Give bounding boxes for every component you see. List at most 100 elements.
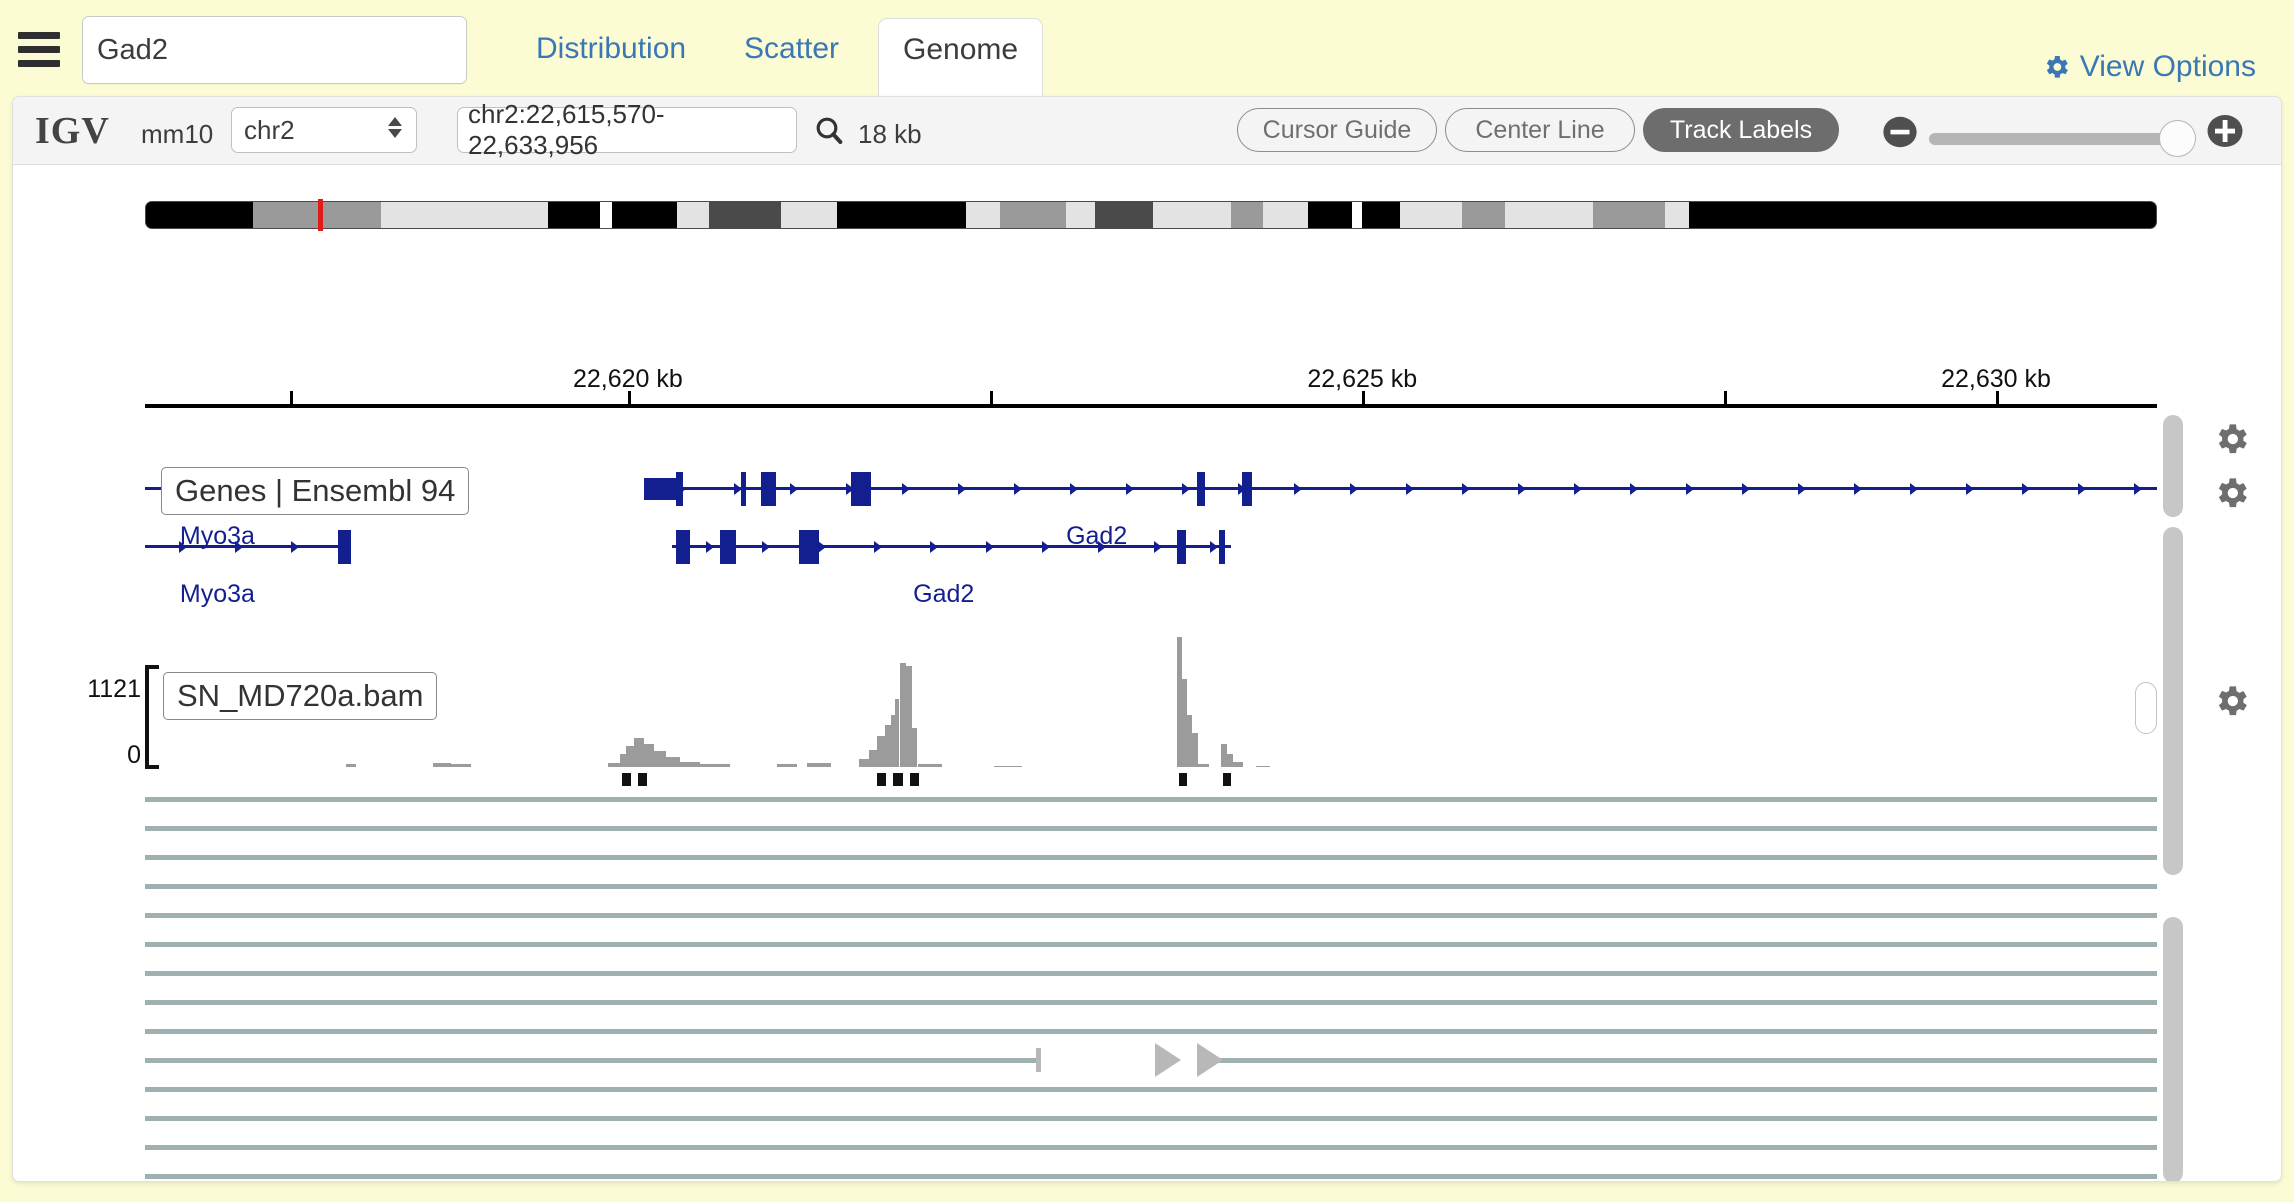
zoom-in-icon[interactable] <box>2205 111 2245 156</box>
strand-arrow-icon <box>1518 483 1526 495</box>
read-alignment[interactable] <box>145 913 2157 918</box>
genes-track-label[interactable]: Genes | Ensembl 94 <box>161 467 469 515</box>
gene-exon[interactable] <box>1177 530 1186 564</box>
ideogram-band <box>548 202 600 228</box>
read-alignment[interactable] <box>145 1145 2157 1150</box>
alignment-track-scrollbar[interactable] <box>2163 917 2183 1182</box>
search-input[interactable] <box>83 17 467 83</box>
strand-arrow-icon <box>2022 483 2030 495</box>
igv-browser-panel: IGV mm10 chr2 chr2:22,615,570-22,633,956… <box>12 96 2282 1182</box>
genes-track-scrollbar-2[interactable] <box>2163 527 2183 875</box>
strand-arrow-icon <box>2134 483 2142 495</box>
igv-toolbar: IGV mm10 chr2 chr2:22,615,570-22,633,956… <box>13 97 2282 165</box>
strand-arrow-icon <box>1854 483 1862 495</box>
ruler-tick <box>990 391 993 405</box>
center-line-toggle[interactable]: Center Line <box>1445 108 1635 152</box>
zoom-out-icon[interactable] <box>1881 113 1919 156</box>
alignment-track-label[interactable]: SN_MD720a.bam <box>163 672 437 720</box>
ideogram-band <box>677 202 709 228</box>
coverage-bar <box>1197 764 1209 767</box>
read-alignment[interactable] <box>145 884 2157 889</box>
read-alignment[interactable] <box>145 1029 2157 1034</box>
chromosome-select[interactable]: chr2 <box>231 107 417 153</box>
ruler-tick-label: 22,625 kb <box>1307 365 1417 394</box>
gene-exon[interactable] <box>851 472 871 506</box>
gene-exon[interactable] <box>1242 472 1252 506</box>
gene-exon[interactable] <box>741 472 746 506</box>
gene-exon[interactable] <box>720 530 735 564</box>
gene-exon[interactable] <box>1197 472 1205 506</box>
read-end-marker <box>1036 1048 1041 1072</box>
hamburger-bar <box>18 46 60 53</box>
tab-scatter[interactable]: Scatter <box>726 18 857 80</box>
gene-exon[interactable] <box>676 472 683 506</box>
ideogram-band <box>146 202 253 228</box>
region-width-label: 18 kb <box>858 119 922 150</box>
genes-track-scrollbar[interactable] <box>2163 415 2183 517</box>
strand-arrow-icon <box>2078 483 2086 495</box>
read-alignment[interactable] <box>145 971 2157 976</box>
read-alignment[interactable] <box>145 1116 2157 1121</box>
chromosome-select-value: chr2 <box>244 115 295 146</box>
read-alignment[interactable] <box>145 1174 2157 1179</box>
ideogram-band <box>381 202 548 228</box>
gene-exon[interactable] <box>338 530 351 564</box>
coverage-bar <box>644 744 654 767</box>
zoom-slider-handle[interactable] <box>2159 120 2196 157</box>
read-alignment-area[interactable] <box>145 777 2157 1177</box>
coverage-bar <box>346 764 356 767</box>
gene-exon[interactable] <box>799 530 819 564</box>
strand-arrow-icon <box>930 541 938 553</box>
coverage-histogram[interactable] <box>145 637 2157 767</box>
strand-arrow-icon <box>958 483 966 495</box>
strand-arrow-icon <box>1910 483 1918 495</box>
strand-arrow-icon <box>874 541 882 553</box>
gene-name-label[interactable]: Gad2 <box>913 580 974 609</box>
gene-track[interactable]: Myo3aGad2Myo3aGad2 <box>13 427 2282 617</box>
locus-input[interactable]: chr2:22,615,570-22,633,956 <box>457 107 797 153</box>
strand-arrow-icon <box>235 541 243 553</box>
hamburger-menu-icon[interactable] <box>18 32 60 66</box>
hamburger-bar <box>18 60 60 67</box>
gene-exon[interactable] <box>761 472 776 506</box>
strand-arrow-icon <box>1966 483 1974 495</box>
gene-search-box <box>82 16 467 84</box>
cursor-guide-toggle[interactable]: Cursor Guide <box>1237 108 1437 152</box>
track-labels-toggle[interactable]: Track Labels <box>1643 108 1839 152</box>
ideogram-band <box>600 202 612 228</box>
ideogram-band <box>1593 202 1665 228</box>
gene-exon[interactable] <box>1219 530 1225 564</box>
genes-track-gear-icon-2[interactable] <box>2211 473 2251 518</box>
locus-search-icon[interactable] <box>813 113 845 152</box>
coverage-bar <box>666 757 680 767</box>
view-options-button[interactable]: View Options <box>2041 50 2256 84</box>
tab-genome[interactable]: Genome <box>878 18 1043 98</box>
alignment-track-gear-icon[interactable] <box>2211 681 2251 726</box>
read-alignment[interactable] <box>145 826 2157 831</box>
coverage-min-value: 0 <box>71 741 141 770</box>
tab-distribution[interactable]: Distribution <box>518 18 704 80</box>
read-alignment[interactable] <box>145 942 2157 947</box>
zoom-slider-track[interactable] <box>1929 133 2187 145</box>
read-alignment[interactable] <box>145 1087 2157 1092</box>
coverage-bar <box>1256 766 1270 767</box>
read-alignment[interactable] <box>145 855 2157 860</box>
hamburger-bar <box>18 32 60 39</box>
gene-exon[interactable] <box>644 478 678 500</box>
strand-arrow-icon <box>1042 541 1050 553</box>
coverage-bar <box>1233 762 1242 767</box>
gene-name-label[interactable]: Myo3a <box>180 580 255 609</box>
strand-arrow-icon <box>986 541 994 553</box>
read-alignment[interactable] <box>145 797 2157 802</box>
read-alignment[interactable] <box>1207 1058 2157 1063</box>
gene-exon[interactable] <box>676 530 690 564</box>
strand-arrow-icon <box>1294 483 1302 495</box>
genes-track-gear-icon[interactable] <box>2211 419 2251 464</box>
read-alignment[interactable] <box>145 1058 1038 1063</box>
read-alignment[interactable] <box>145 1000 2157 1005</box>
chromosome-ideogram[interactable] <box>145 201 2157 229</box>
ideogram-band <box>1352 202 1362 228</box>
strand-arrow-icon <box>818 541 826 553</box>
alignment-scroll-thumb[interactable] <box>2135 682 2157 734</box>
strand-arrow-icon <box>1686 483 1694 495</box>
